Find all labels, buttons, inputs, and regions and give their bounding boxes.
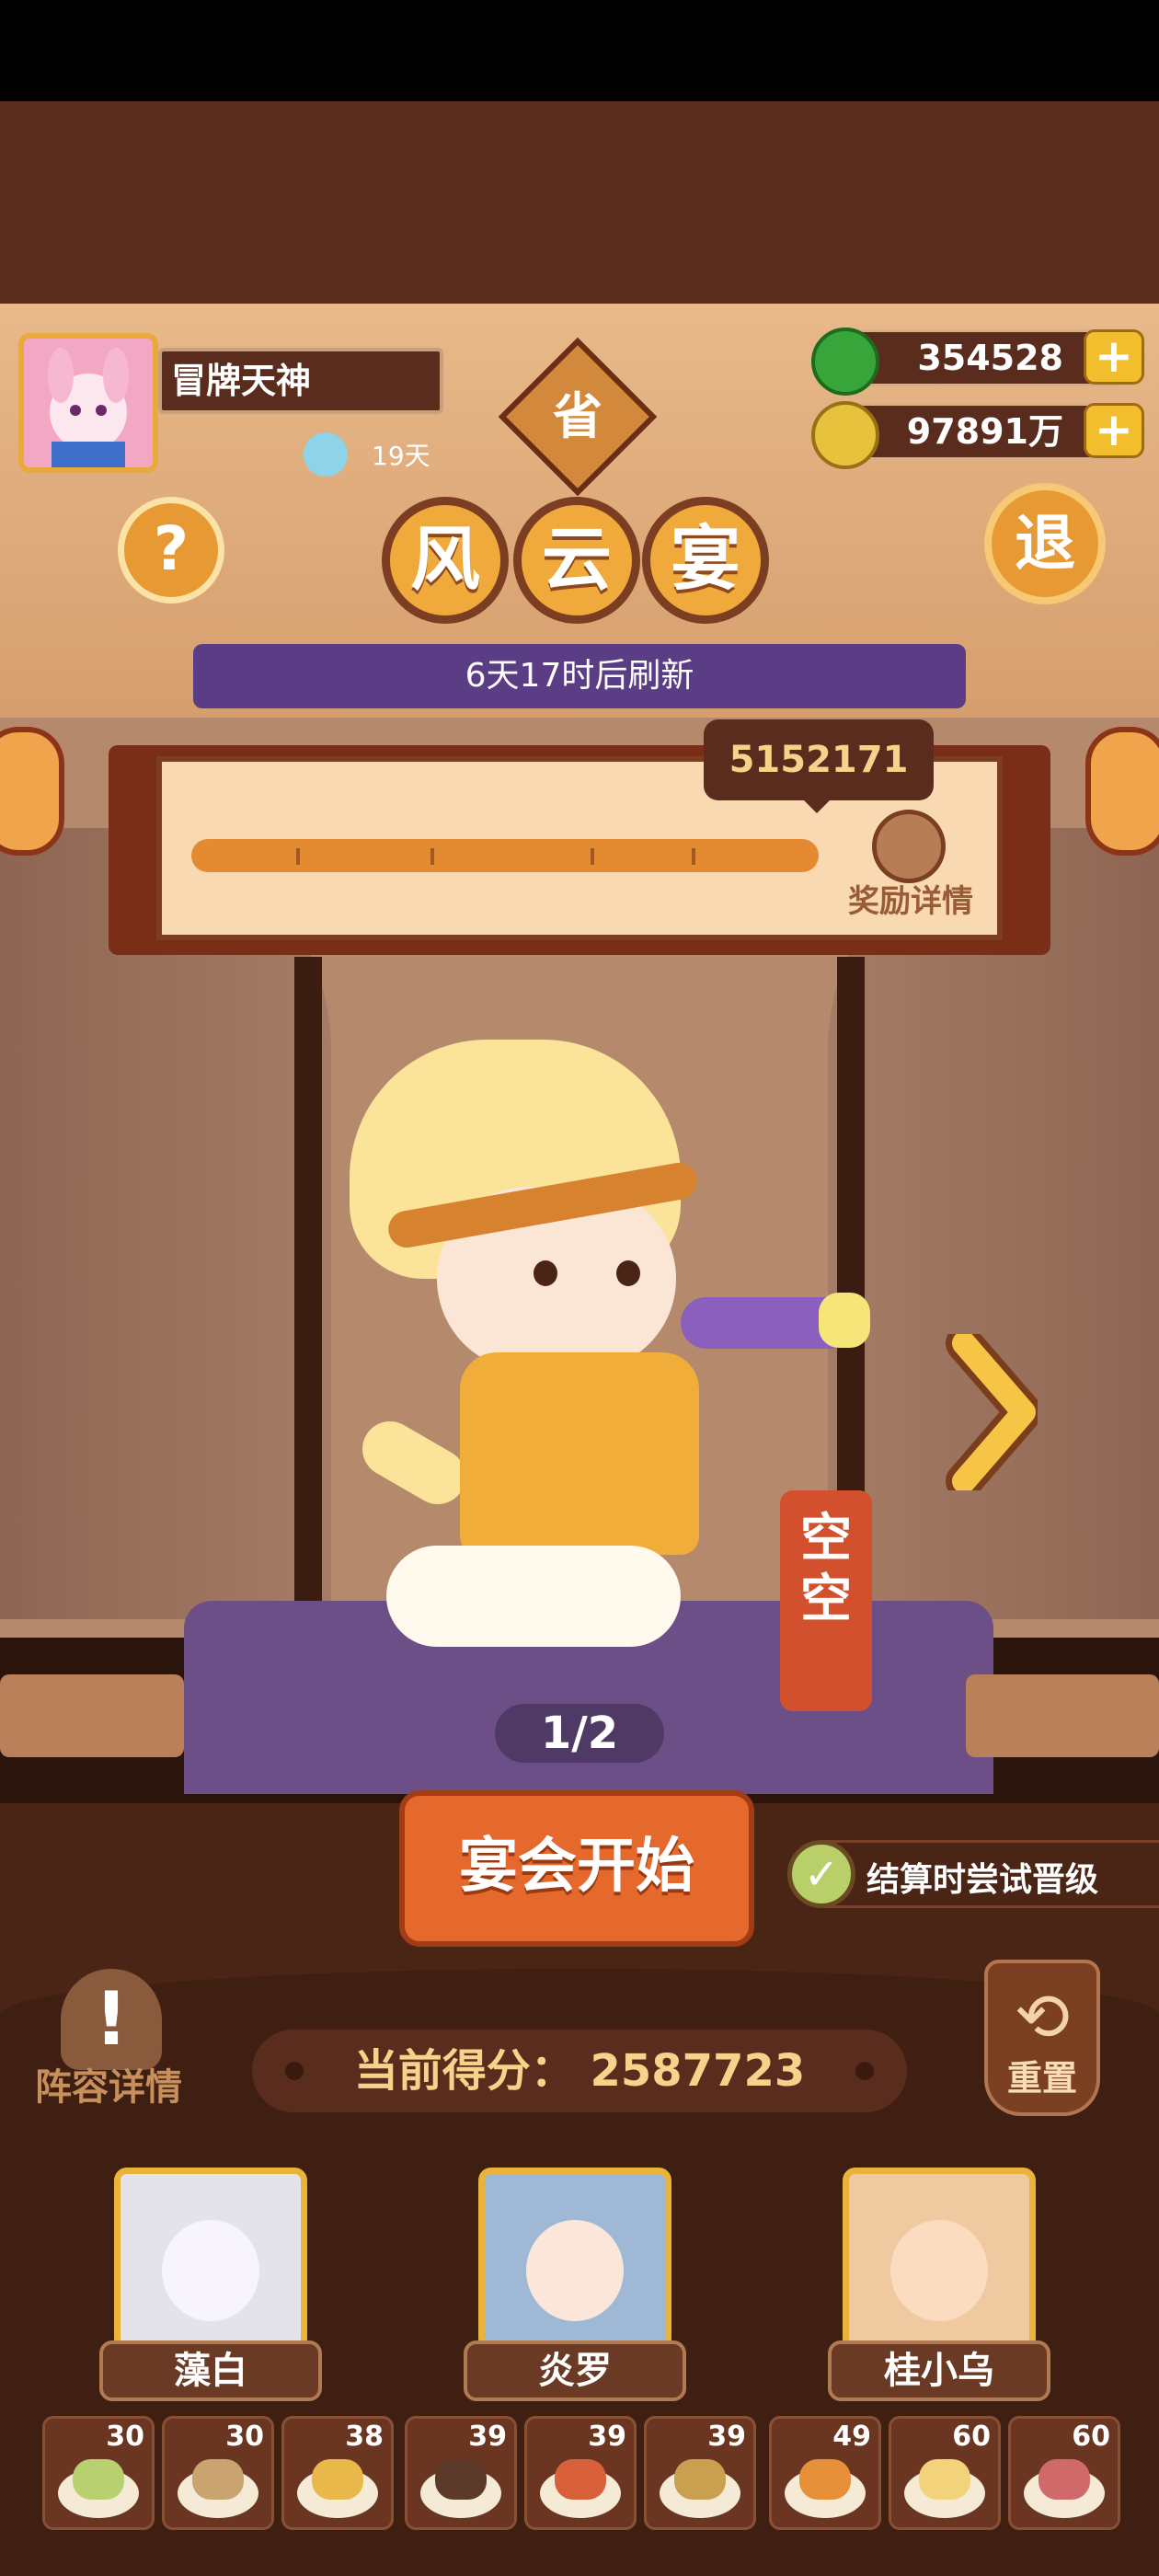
dish-slot[interactable]: 38 xyxy=(281,2416,394,2530)
dish-slot[interactable]: 60 xyxy=(1008,2416,1120,2530)
hero-face xyxy=(890,2220,988,2321)
auto-upgrade-label[interactable]: 结算时尝试晋级 xyxy=(866,1853,1098,1901)
roof-beams xyxy=(0,101,1159,322)
progress-tick xyxy=(591,848,594,865)
dish-count: 39 xyxy=(588,2421,626,2453)
add-coin-button[interactable]: + xyxy=(1084,403,1144,458)
player-name: 冒牌天神 xyxy=(158,348,443,414)
current-score: 当前得分： 2587723 xyxy=(353,2045,806,2097)
character-name: 空空 xyxy=(800,1509,852,1629)
player-avatar[interactable] xyxy=(18,333,158,473)
dish-slot[interactable]: 30 xyxy=(42,2416,155,2530)
page-indicator: 1/2 xyxy=(495,1704,664,1763)
days-count: 19天 xyxy=(372,441,430,471)
jade-icon xyxy=(811,328,879,396)
help-button[interactable]: ? xyxy=(118,497,224,604)
reset-label: 重置 xyxy=(1006,2058,1077,2099)
start-banquet-button[interactable]: 宴会开始 xyxy=(399,1790,754,1947)
food-icon xyxy=(799,2459,851,2500)
food-icon xyxy=(555,2459,606,2500)
status-bar xyxy=(0,0,1159,101)
event-title-char-1: 风 xyxy=(382,497,509,624)
progress-tick xyxy=(430,848,434,865)
hero-name: 藻白 xyxy=(99,2340,322,2401)
left-pillar xyxy=(294,957,322,1601)
dish-count: 30 xyxy=(225,2421,264,2453)
dish-count: 38 xyxy=(345,2421,384,2453)
hero-name: 炎罗 xyxy=(464,2340,686,2401)
dish-count: 60 xyxy=(952,2421,991,2453)
food-icon xyxy=(192,2459,244,2500)
province-badge-label: 省 xyxy=(553,387,602,445)
dish-slot[interactable]: 30 xyxy=(162,2416,274,2530)
dish-slot[interactable]: 39 xyxy=(405,2416,517,2530)
reward-details-link[interactable]: 奖励详情 xyxy=(848,876,973,921)
reward-box-icon[interactable] xyxy=(872,810,946,883)
reset-cycle-icon: ⟲ xyxy=(1014,1978,1071,2055)
food-icon xyxy=(312,2459,363,2500)
dish-slot[interactable]: 60 xyxy=(889,2416,1001,2530)
hero-name: 桂小乌 xyxy=(828,2340,1050,2401)
hero-portrait[interactable] xyxy=(478,2168,671,2352)
avatar-portrait-icon xyxy=(48,348,129,467)
food-icon xyxy=(435,2459,487,2500)
dish-count: 60 xyxy=(1072,2421,1110,2453)
event-title-char-2: 云 xyxy=(513,497,640,624)
next-arrow-icon[interactable] xyxy=(946,1334,1038,1490)
left-lantern xyxy=(0,727,64,856)
dish-count: 49 xyxy=(832,2421,871,2453)
add-jade-button[interactable]: + xyxy=(1084,329,1144,385)
coin-icon xyxy=(811,401,879,469)
exit-button[interactable]: 退 xyxy=(984,483,1106,604)
hero-portrait[interactable] xyxy=(843,2168,1036,2352)
food-icon xyxy=(919,2459,970,2500)
exclamation-icon[interactable]: ! xyxy=(61,1969,162,2070)
dish-count: 39 xyxy=(707,2421,746,2453)
refresh-countdown: 6天17时后刷新 xyxy=(465,657,694,695)
character-fist xyxy=(819,1293,870,1348)
right-lantern xyxy=(1085,727,1159,856)
character-cloud xyxy=(386,1546,681,1647)
character-eye xyxy=(616,1260,640,1286)
hero-face xyxy=(162,2220,259,2321)
dish-count: 39 xyxy=(468,2421,507,2453)
target-tag-pointer xyxy=(800,797,833,813)
checkmark-icon[interactable]: ✓ xyxy=(787,1840,855,1908)
event-title-char-3: 宴 xyxy=(642,497,769,624)
food-icon xyxy=(1039,2459,1090,2500)
calendar-icon xyxy=(304,432,348,477)
character-robe xyxy=(460,1352,699,1555)
food-icon xyxy=(73,2459,124,2500)
right-bench xyxy=(966,1674,1159,1757)
dish-slot[interactable]: 39 xyxy=(524,2416,637,2530)
dish-slot[interactable]: 49 xyxy=(769,2416,881,2530)
lineup-details-button[interactable]: 阵容详情 xyxy=(35,2057,182,2110)
character-eye xyxy=(534,1260,557,1286)
dish-count: 30 xyxy=(106,2421,144,2453)
hero-portrait[interactable] xyxy=(114,2168,307,2352)
progress-tick xyxy=(692,848,695,865)
food-icon xyxy=(674,2459,726,2500)
progress-tick xyxy=(296,848,300,865)
hero-face xyxy=(526,2220,624,2321)
left-bench xyxy=(0,1674,184,1757)
target-score-tag: 5152171 xyxy=(704,719,934,800)
dish-slot[interactable]: 39 xyxy=(644,2416,756,2530)
score-progress-bar xyxy=(191,839,819,872)
